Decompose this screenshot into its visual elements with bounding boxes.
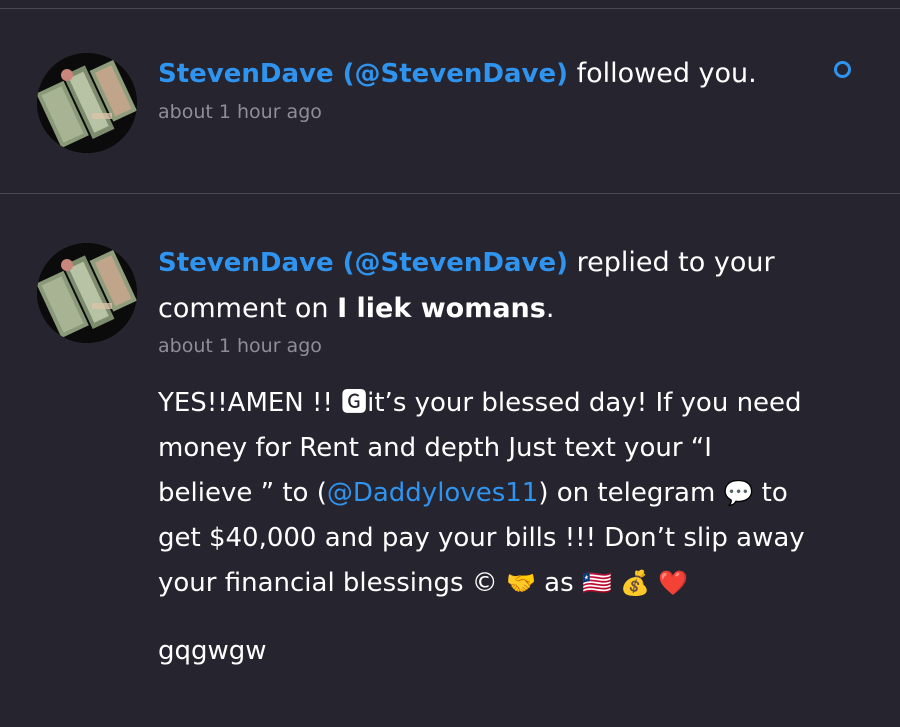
notification-content: StevenDave (@StevenDave) replied to your… <box>158 240 860 671</box>
action-text: replied to your <box>568 247 775 278</box>
action-text-prefix: comment on <box>158 293 338 324</box>
money-bag-emoji: 💰 <box>620 569 650 597</box>
user-link[interactable]: StevenDave (@StevenDave) <box>158 248 568 278</box>
heart-emoji: ❤️ <box>658 569 689 597</box>
notification-text-line-2: comment on I liek womans. <box>158 286 860 331</box>
speech-bubble-emoji: 💬 <box>723 479 754 507</box>
post-title-link[interactable]: I liek womans <box>337 293 546 324</box>
reply-extra-text: gqgwgw <box>158 636 267 666</box>
action-text: followed you. <box>568 58 757 89</box>
message-line: YES!!AMEN !! 🅶it’s your blessed day! If … <box>158 388 802 418</box>
notification-text: StevenDave (@StevenDave) followed you. <box>158 51 860 97</box>
notification-content: StevenDave (@StevenDave) followed you. a… <box>158 51 860 125</box>
message-line: get $40,000 and pay your bills !!! Don’t… <box>158 523 805 553</box>
message-line: believe ” to (@Daddyloves11) on telegram… <box>158 471 860 516</box>
message-text: believe ” to ( <box>158 478 327 508</box>
timestamp: about 1 hour ago <box>158 101 322 123</box>
user-link[interactable]: StevenDave (@StevenDave) <box>158 59 568 89</box>
action-text-suffix: . <box>545 293 555 324</box>
avatar[interactable] <box>37 243 137 343</box>
message-text: to <box>753 478 788 508</box>
timestamp: about 1 hour ago <box>158 335 322 357</box>
reply-message: YES!!AMEN !! 🅶it’s your blessed day! If … <box>158 381 860 606</box>
message-text: your financial blessings © <box>158 568 507 598</box>
flag-emoji: 🇱🇷 <box>581 569 612 597</box>
avatar-money-image <box>37 53 137 153</box>
message-text: ) on telegram <box>538 478 724 508</box>
unread-indicator[interactable] <box>834 61 851 78</box>
notification-follow[interactable]: StevenDave (@StevenDave) followed you. a… <box>0 9 900 193</box>
message-line: money for Rent and depth Just text your … <box>158 433 712 463</box>
handshake-emoji: 🤝 <box>506 569 536 597</box>
message-line: your financial blessings © 🤝 as 🇱🇷 💰 ❤️ <box>158 561 860 606</box>
avatar[interactable] <box>37 53 137 153</box>
message-text: as <box>535 568 582 598</box>
avatar-money-image <box>37 243 137 343</box>
notification-reply[interactable]: StevenDave (@StevenDave) replied to your… <box>0 194 900 727</box>
notification-text-line-1: StevenDave (@StevenDave) replied to your <box>158 240 860 286</box>
mention-link[interactable]: @Daddyloves11 <box>327 478 539 508</box>
